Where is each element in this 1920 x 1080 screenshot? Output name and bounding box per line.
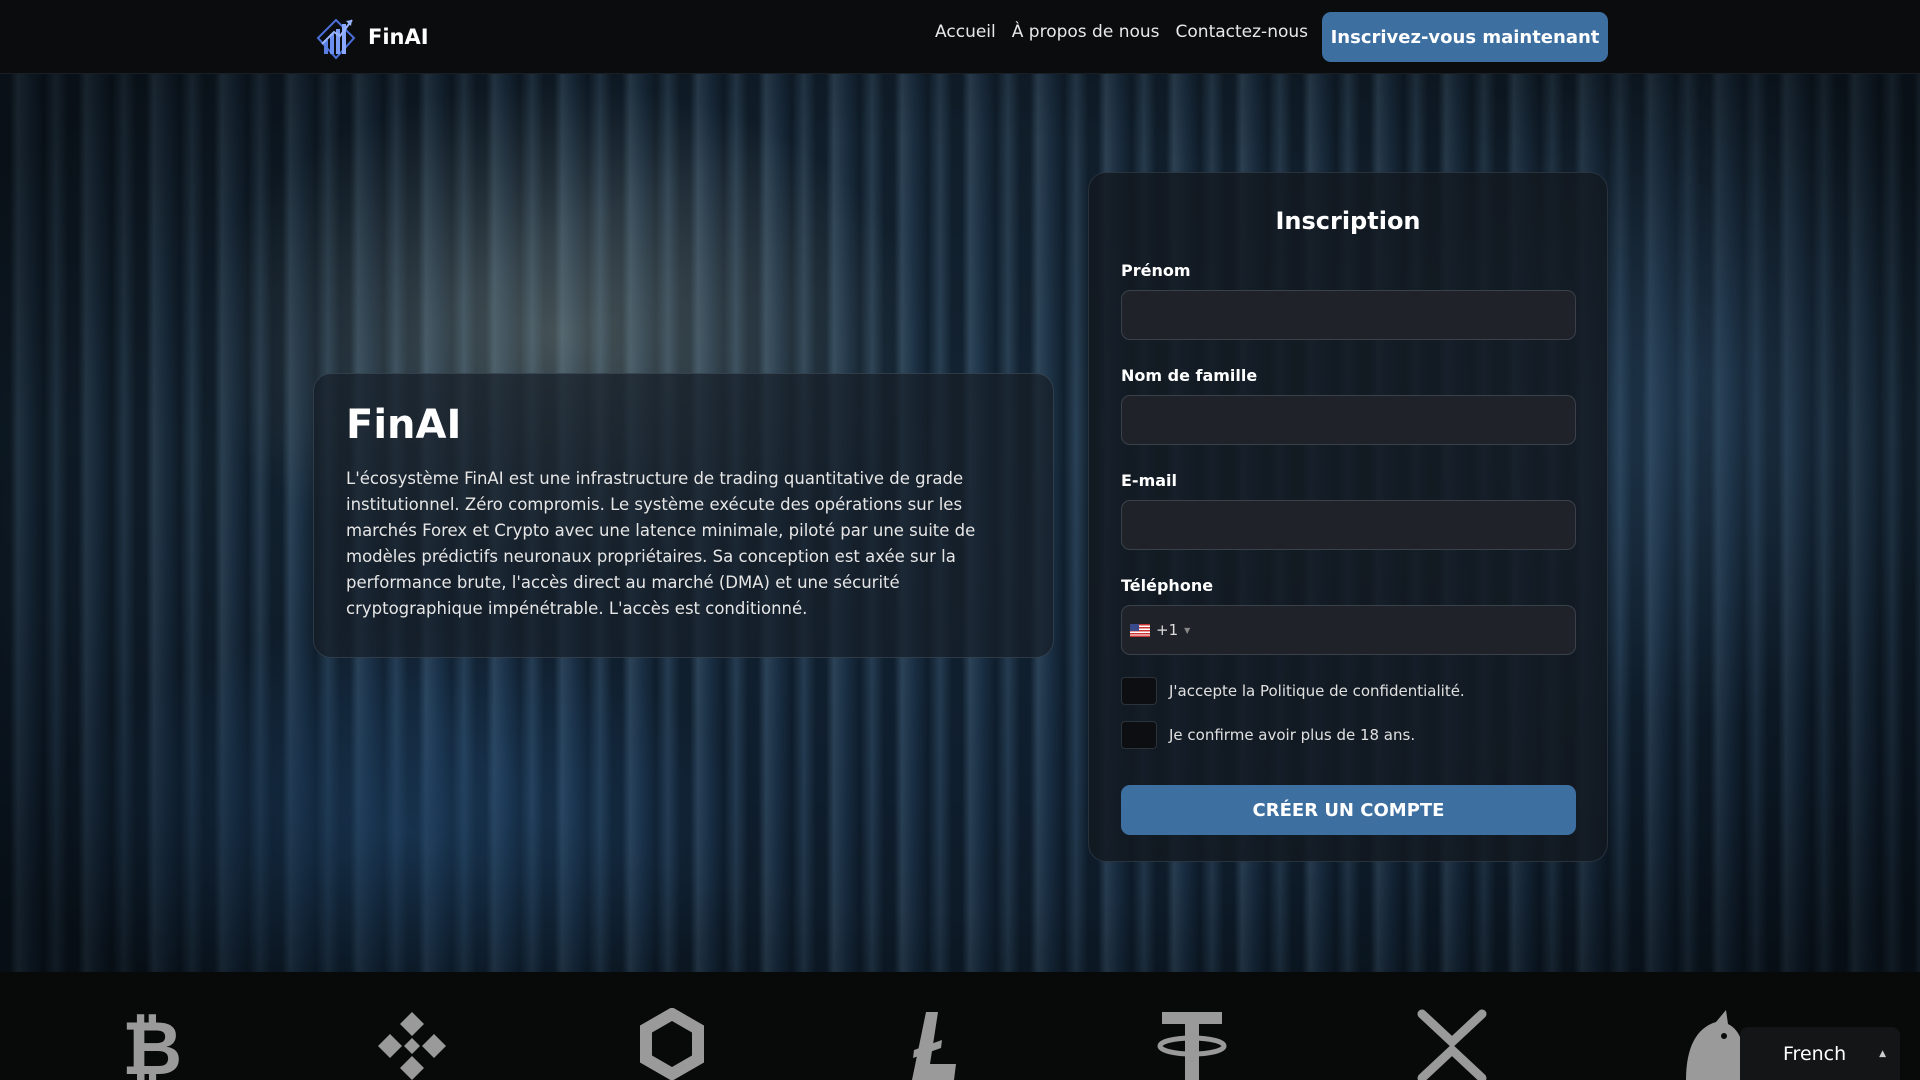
age-label: Je confirme avoir plus de 18 ans. <box>1169 726 1416 744</box>
form-title: Inscription <box>1275 207 1421 235</box>
phone-input[interactable] <box>1200 607 1575 653</box>
svg-text:₿: ₿ <box>122 1008 182 1080</box>
binance-icon <box>378 1012 446 1080</box>
hero-section: FinAI L'écosystème FinAI est une infrast… <box>0 74 1920 972</box>
age-checkbox[interactable] <box>1121 721 1157 749</box>
language-label: French <box>1783 1042 1847 1065</box>
country-code-selector[interactable]: +1 ▼ <box>1130 621 1200 639</box>
privacy-label: J'accepte la Politique de confidentialit… <box>1169 682 1465 700</box>
top-navigation-bar: FinAI Accueil À propos de nous Contactez… <box>0 0 1920 74</box>
xrp-icon <box>1417 1009 1487 1080</box>
nav-link-contact[interactable]: Contactez-nous <box>1176 22 1308 42</box>
finai-logo-icon <box>316 18 356 60</box>
language-selector[interactable]: French ▲ <box>1740 1027 1900 1080</box>
last-name-label: Nom de famille <box>1121 366 1258 385</box>
tether-icon <box>1157 1012 1227 1080</box>
phone-field-wrapper: +1 ▼ <box>1121 605 1576 655</box>
main-nav: Accueil À propos de nous Contactez-nous <box>935 22 1308 42</box>
nav-link-home[interactable]: Accueil <box>935 22 996 42</box>
uniswap-icon <box>1686 1010 1746 1080</box>
dial-code: +1 <box>1156 621 1179 639</box>
privacy-checkbox[interactable] <box>1121 677 1157 705</box>
signup-now-button[interactable]: Inscrivez-vous maintenant <box>1322 12 1608 62</box>
chainlink-icon <box>640 1008 704 1080</box>
privacy-consent-row: J'accepte la Politique de confidentialit… <box>1121 677 1575 705</box>
last-name-field[interactable] <box>1121 395 1576 445</box>
bitcoin-icon: ₿ <box>122 1008 182 1080</box>
brand-logo-link[interactable]: FinAI <box>314 14 429 60</box>
email-label: E-mail <box>1121 471 1178 490</box>
crypto-ticker: ₿ <box>0 972 1920 1080</box>
phone-label: Téléphone <box>1121 576 1214 595</box>
signup-form: Inscription Prénom Nom de famille E-mail… <box>1088 172 1608 862</box>
brand-name: FinAI <box>368 25 429 49</box>
us-flag-icon <box>1130 623 1150 637</box>
first-name-field[interactable] <box>1121 290 1576 340</box>
about-description: L'écosystème FinAI est une infrastructur… <box>346 469 976 618</box>
age-consent-row: Je confirme avoir plus de 18 ans. <box>1121 721 1575 749</box>
first-name-label: Prénom <box>1121 261 1191 280</box>
caret-up-icon: ▲ <box>1879 1048 1886 1059</box>
chevron-down-icon: ▼ <box>1184 625 1191 635</box>
email-field[interactable] <box>1121 500 1576 550</box>
about-card: FinAI L'écosystème FinAI est une infrast… <box>313 373 1054 658</box>
about-title: FinAI <box>346 402 462 448</box>
litecoin-icon <box>912 1012 956 1080</box>
create-account-button[interactable]: CRÉER UN COMPTE <box>1121 785 1576 835</box>
nav-link-about[interactable]: À propos de nous <box>1012 22 1160 42</box>
